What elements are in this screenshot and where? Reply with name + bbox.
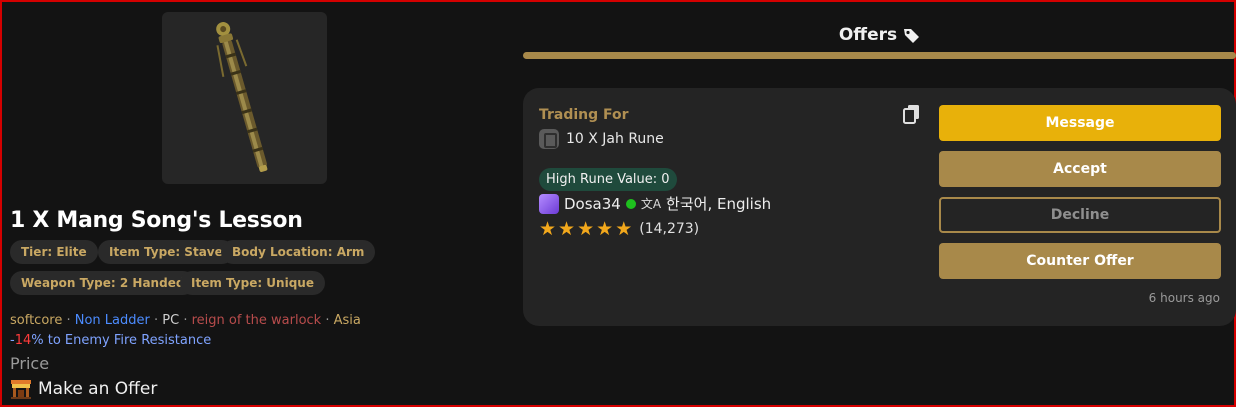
region-label: Asia <box>333 313 361 328</box>
accept-button[interactable]: Accept <box>939 151 1221 187</box>
username[interactable]: Dosa34 <box>564 195 621 213</box>
copy-icon[interactable] <box>903 104 921 124</box>
offers-divider <box>523 52 1236 59</box>
counter-offer-button[interactable]: Counter Offer <box>939 243 1221 279</box>
page-frame: 1 X Mang Song's Lesson Tier: Elite Item … <box>0 0 1236 407</box>
season-label: reign of the warlock <box>191 313 322 328</box>
staff-icon <box>216 22 268 172</box>
trading-for-label: Trading For <box>539 107 629 123</box>
online-status-icon <box>625 198 636 209</box>
platform-label: PC <box>162 313 180 328</box>
star-icon: ★ <box>615 218 633 240</box>
decline-button[interactable]: Decline <box>939 197 1221 233</box>
tag-tier: Tier: Elite <box>10 240 98 264</box>
make-offer-label: Make an Offer <box>38 379 158 399</box>
message-button[interactable]: Message <box>939 105 1221 141</box>
tag-icon <box>904 28 920 43</box>
item-meta: softcore · Non Ladder · PC · reign of th… <box>10 313 361 328</box>
ladder-label: Non Ladder <box>74 313 150 328</box>
translate-icon: 文A <box>640 197 662 211</box>
tag-weapon-type: Weapon Type: 2 Handed <box>10 271 196 295</box>
offer-timestamp: 6 hours ago <box>1148 291 1220 305</box>
offer-card: Trading For 10 X Jah Rune High Rune Valu… <box>523 88 1236 326</box>
shop-icon <box>11 380 31 399</box>
tag-item-type-unique: Item Type: Unique <box>180 271 325 295</box>
rune-icon <box>539 129 559 149</box>
languages: 한국어, English <box>666 195 772 213</box>
avatar <box>539 193 559 214</box>
trade-item-label: 10 X Jah Rune <box>566 131 664 147</box>
star-icon: ★ <box>577 218 595 240</box>
item-mod: -14% to Enemy Fire Resistance <box>10 333 212 348</box>
offers-header: Offers <box>523 22 1236 48</box>
item-title: 1 X Mang Song's Lesson <box>10 208 303 233</box>
mode-label: softcore <box>10 313 63 328</box>
rating-count: (14,273) <box>639 221 700 237</box>
offers-title: Offers <box>838 25 898 45</box>
make-offer-link[interactable]: Make an Offer <box>10 379 157 399</box>
star-icon: ★ <box>539 218 557 240</box>
high-rune-value-badge: High Rune Value: 0 <box>539 168 677 191</box>
rating: ★ ★ ★ ★ ★ (14,273) <box>539 218 700 240</box>
tag-body-location: Body Location: Arm <box>221 240 376 264</box>
item-image <box>162 12 327 184</box>
star-icon: ★ <box>558 218 576 240</box>
price-label: Price <box>10 354 50 373</box>
trade-item: 10 X Jah Rune <box>539 129 664 149</box>
user-info: Dosa34 文A 한국어, English <box>539 193 771 214</box>
tag-item-type: Item Type: Stave <box>98 240 234 264</box>
star-icon: ★ <box>596 218 614 240</box>
